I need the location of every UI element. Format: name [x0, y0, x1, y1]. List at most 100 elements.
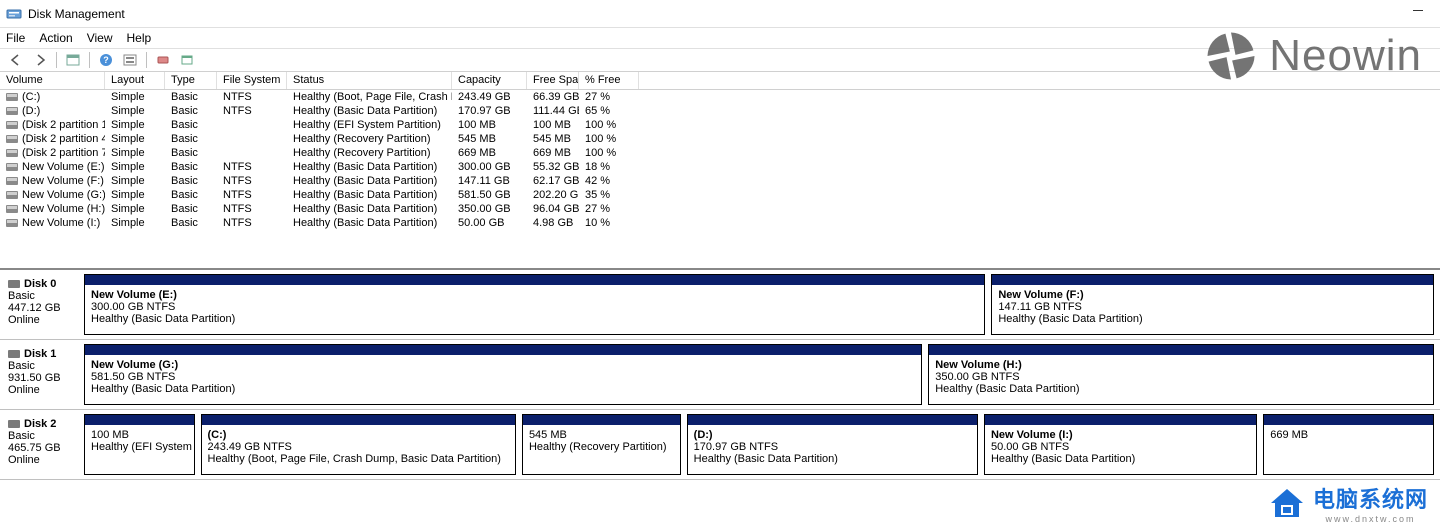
partition[interactable]: New Volume (G:) 581.50 GB NTFS Healthy (…	[84, 344, 922, 405]
volume-capacity: 170.97 GB	[458, 105, 511, 117]
volume-name: New Volume (H:)	[22, 203, 105, 215]
refresh-button[interactable]	[153, 50, 173, 70]
volume-icon	[6, 93, 18, 101]
menu-help[interactable]: Help	[127, 31, 152, 45]
disk-icon	[8, 280, 20, 288]
disk-info[interactable]: Disk 2 Basic 465.75 GB Online	[0, 414, 84, 475]
volume-fs: NTFS	[223, 175, 252, 187]
table-row[interactable]: New Volume (I:)SimpleBasicNTFSHealthy (B…	[0, 216, 1440, 230]
partition-bar	[202, 415, 515, 425]
forward-button[interactable]	[30, 50, 50, 70]
column-status[interactable]: Status	[287, 72, 452, 89]
menu-view[interactable]: View	[87, 31, 113, 45]
table-row[interactable]: New Volume (H:)SimpleBasicNTFSHealthy (B…	[0, 202, 1440, 216]
volume-capacity: 350.00 GB	[458, 203, 511, 215]
show-hide-console-button[interactable]	[63, 50, 83, 70]
partition-bar	[85, 345, 921, 355]
volume-free: 111.44 GB	[533, 105, 579, 117]
disk-info[interactable]: Disk 1 Basic 931.50 GB Online	[0, 344, 84, 405]
volume-status: Healthy (Recovery Partition)	[293, 147, 431, 159]
column-layout[interactable]: Layout	[105, 72, 165, 89]
menu-file[interactable]: File	[6, 31, 25, 45]
volume-name: New Volume (E:)	[22, 161, 105, 173]
table-row[interactable]: (Disk 2 partition 7)SimpleBasicHealthy (…	[0, 146, 1440, 160]
volume-layout: Simple	[111, 203, 145, 215]
volume-status: Healthy (Basic Data Partition)	[293, 189, 437, 201]
table-row[interactable]: New Volume (F:)SimpleBasicNTFSHealthy (B…	[0, 174, 1440, 188]
volume-fs: NTFS	[223, 91, 252, 103]
back-button[interactable]	[6, 50, 26, 70]
column-freespace[interactable]: Free Spa...	[527, 72, 579, 89]
volume-status: Healthy (Basic Data Partition)	[293, 161, 437, 173]
disk-info[interactable]: Disk 0 Basic 447.12 GB Online	[0, 274, 84, 335]
partition[interactable]: (C:) 243.49 GB NTFS Healthy (Boot, Page …	[201, 414, 516, 475]
volume-layout: Simple	[111, 175, 145, 187]
table-row[interactable]: (D:)SimpleBasicNTFSHealthy (Basic Data P…	[0, 104, 1440, 118]
volume-pct: 35 %	[585, 189, 610, 201]
column-type[interactable]: Type	[165, 72, 217, 89]
minimize-button[interactable]	[1404, 0, 1432, 20]
partition-title: New Volume (G:)	[91, 359, 915, 371]
table-row[interactable]: (C:)SimpleBasicNTFSHealthy (Boot, Page F…	[0, 90, 1440, 104]
partition[interactable]: New Volume (I:) 50.00 GB NTFS Healthy (B…	[984, 414, 1257, 475]
volume-capacity: 50.00 GB	[458, 217, 504, 229]
volume-icon	[6, 149, 18, 157]
column-capacity[interactable]: Capacity	[452, 72, 527, 89]
disk-graphical-pane: Disk 0 Basic 447.12 GB Online New Volume…	[0, 268, 1440, 480]
partition-status: Healthy (Basic Data Partition)	[91, 383, 915, 395]
partition-bar	[929, 345, 1433, 355]
volume-capacity: 545 MB	[458, 133, 496, 145]
partition[interactable]: 100 MB Healthy (EFI System Partiti	[84, 414, 195, 475]
disk-type: Basic	[8, 290, 76, 302]
volume-type: Basic	[171, 105, 198, 117]
partition-status: Healthy (Basic Data Partition)	[91, 313, 978, 325]
volume-pct: 18 %	[585, 161, 610, 173]
volume-layout: Simple	[111, 217, 145, 229]
volume-status: Healthy (Basic Data Partition)	[293, 105, 437, 117]
volume-name: (D:)	[22, 105, 40, 117]
partition[interactable]: (D:) 170.97 GB NTFS Healthy (Basic Data …	[687, 414, 978, 475]
volume-list-body: (C:)SimpleBasicNTFSHealthy (Boot, Page F…	[0, 90, 1440, 230]
volume-icon	[6, 121, 18, 129]
table-row[interactable]: (Disk 2 partition 1)SimpleBasicHealthy (…	[0, 118, 1440, 132]
volume-status: Healthy (Recovery Partition)	[293, 133, 431, 145]
menu-action[interactable]: Action	[39, 31, 72, 45]
help-button[interactable]: ?	[96, 50, 116, 70]
partition[interactable]: New Volume (F:) 147.11 GB NTFS Healthy (…	[991, 274, 1434, 335]
volume-type: Basic	[171, 147, 198, 159]
partition-bar	[1264, 415, 1433, 425]
table-row[interactable]: New Volume (G:)SimpleBasicNTFSHealthy (B…	[0, 188, 1440, 202]
table-row[interactable]: (Disk 2 partition 4)SimpleBasicHealthy (…	[0, 132, 1440, 146]
volume-free: 4.98 GB	[533, 217, 573, 229]
partition-size: 581.50 GB NTFS	[91, 371, 915, 383]
action-button[interactable]	[177, 50, 197, 70]
partition-status: Healthy (Recovery Partition)	[529, 441, 674, 453]
volume-icon	[6, 219, 18, 227]
volume-capacity: 669 MB	[458, 147, 496, 159]
volume-pct: 27 %	[585, 203, 610, 215]
partition-size: 243.49 GB NTFS	[208, 441, 509, 453]
partitions: New Volume (E:) 300.00 GB NTFS Healthy (…	[84, 274, 1440, 335]
partition-size: 350.00 GB NTFS	[935, 371, 1427, 383]
partition-title: New Volume (F:)	[998, 289, 1427, 301]
partition[interactable]: 545 MB Healthy (Recovery Partition)	[522, 414, 681, 475]
volume-type: Basic	[171, 203, 198, 215]
partition[interactable]: New Volume (H:) 350.00 GB NTFS Healthy (…	[928, 344, 1434, 405]
column-filesystem[interactable]: File System	[217, 72, 287, 89]
volume-icon	[6, 191, 18, 199]
partition-bar	[85, 275, 984, 285]
partition-size: 50.00 GB NTFS	[991, 441, 1250, 453]
volume-type: Basic	[171, 175, 198, 187]
table-row[interactable]: New Volume (E:)SimpleBasicNTFSHealthy (B…	[0, 160, 1440, 174]
toolbar-separator	[89, 52, 90, 68]
column-pctfree[interactable]: % Free	[579, 72, 639, 89]
disk-state: Online	[8, 384, 76, 396]
column-volume[interactable]: Volume	[0, 72, 105, 89]
partition-status: Healthy (Basic Data Partition)	[694, 453, 971, 465]
settings-button[interactable]	[120, 50, 140, 70]
disk-type: Basic	[8, 430, 76, 442]
partition[interactable]: 669 MB	[1263, 414, 1434, 475]
volume-free: 100 MB	[533, 119, 571, 131]
partition[interactable]: New Volume (E:) 300.00 GB NTFS Healthy (…	[84, 274, 985, 335]
disk-row: Disk 2 Basic 465.75 GB Online 100 MB Hea…	[0, 410, 1440, 480]
